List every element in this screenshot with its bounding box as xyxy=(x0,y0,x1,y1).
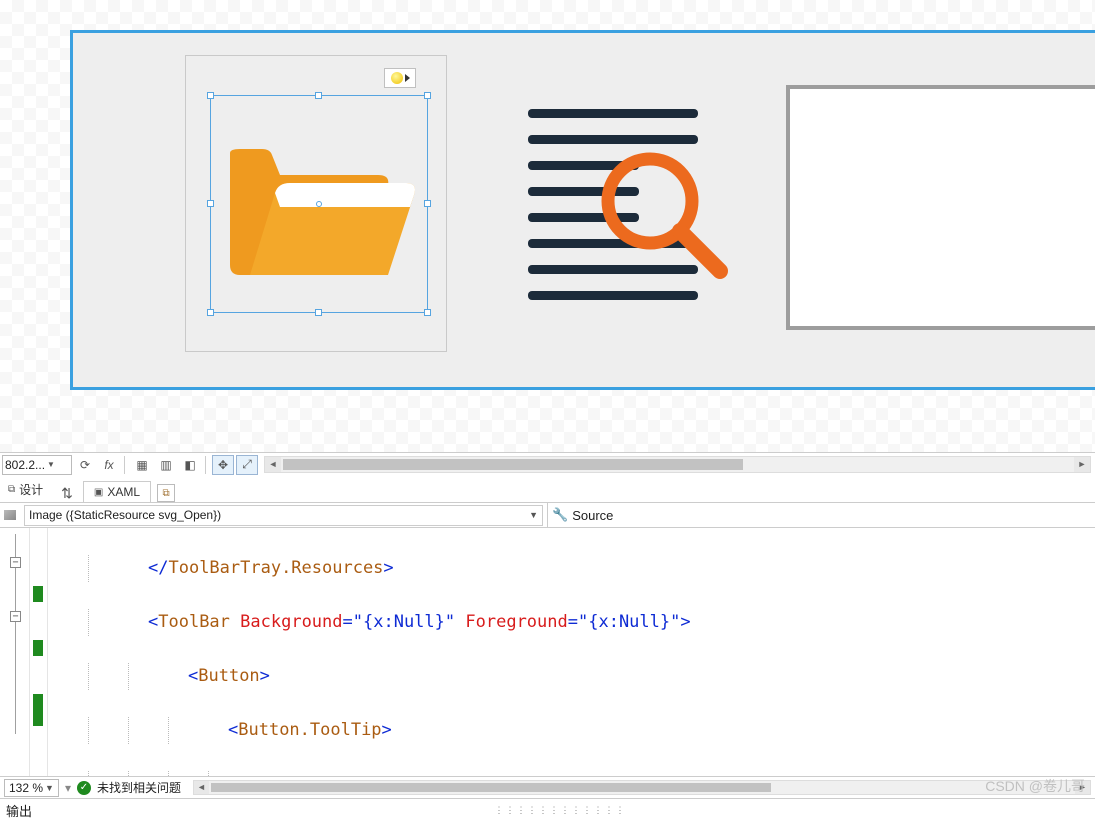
scroll-thumb[interactable] xyxy=(211,783,771,792)
chevron-down-icon: ▼ xyxy=(47,460,55,469)
issues-text: 未找到相关问题 xyxy=(97,779,181,796)
resize-handle[interactable] xyxy=(207,200,214,207)
code-line[interactable]: <Button.ToolTip> xyxy=(48,717,1095,744)
code-line[interactable]: </ToolBarTray.Resources> xyxy=(48,555,1095,582)
swap-panes-button[interactable]: ⇅ xyxy=(61,485,73,502)
resize-handle[interactable] xyxy=(424,92,431,99)
designer-glyph-icon: ⧉ xyxy=(8,484,15,495)
chevron-down-icon: ▼ xyxy=(529,510,538,520)
editor-zoom-combo[interactable]: 132 % ▼ xyxy=(4,779,59,797)
ok-marker xyxy=(33,586,43,602)
output-label: 输出 xyxy=(6,801,32,820)
element-icon xyxy=(4,510,16,520)
chevron-right-icon xyxy=(405,74,410,82)
grid-snap-button[interactable]: ▥ xyxy=(155,455,177,475)
fx-button[interactable]: fx xyxy=(98,455,120,475)
editor-hscroll[interactable]: ◄ ► xyxy=(193,780,1091,795)
view-tabs: ⧉ 设计 ⇅ ▣ XAML ⧉ xyxy=(0,476,1095,502)
resize-handle[interactable] xyxy=(207,92,214,99)
outline-gutter[interactable]: − − xyxy=(0,528,30,776)
popout-button[interactable]: ⧉ xyxy=(157,484,175,502)
resize-handle[interactable] xyxy=(424,200,431,207)
error-strip xyxy=(30,528,48,776)
scroll-right-icon[interactable]: ► xyxy=(1074,457,1090,472)
smart-tag-lightbulb[interactable] xyxy=(384,68,416,88)
output-panel-header[interactable]: 输出 ⋮⋮⋮⋮⋮⋮⋮⋮⋮⋮⋮⋮ xyxy=(0,798,1095,822)
element-path-text: Image ({StaticResource svg_Open}) xyxy=(29,508,221,522)
editor-zoom-value: 132 % xyxy=(9,781,43,795)
code-line[interactable]: <Button> xyxy=(48,663,1095,690)
designer-toolbar: 802.2... ▼ ⟳ fx ▦ ▥ ◧ ✥ ⤢ ◄ ► xyxy=(0,452,1095,476)
fold-toggle[interactable]: − xyxy=(10,557,21,568)
separator: ▾ xyxy=(65,781,71,795)
xaml-nav-bar: Image ({StaticResource svg_Open}) ▼ 🔧 So… xyxy=(0,502,1095,528)
lightbulb-icon xyxy=(391,72,403,84)
xaml-glyph-icon: ▣ xyxy=(94,487,103,498)
element-path-combo[interactable]: Image ({StaticResource svg_Open}) ▼ xyxy=(24,505,543,526)
designer-surface[interactable] xyxy=(0,0,1095,452)
magnifier-icon xyxy=(598,149,728,279)
scroll-left-icon[interactable]: ◄ xyxy=(265,457,281,472)
resize-handle[interactable] xyxy=(315,92,322,99)
xaml-tab[interactable]: ▣ XAML xyxy=(83,481,151,502)
blank-panel[interactable] xyxy=(786,85,1095,330)
zoom-combo[interactable]: 802.2... ▼ xyxy=(2,455,72,475)
resize-handle[interactable] xyxy=(424,309,431,316)
grid-4-button[interactable]: ▦ xyxy=(131,455,153,475)
refresh-button[interactable]: ⟳ xyxy=(74,455,96,475)
resize-handle[interactable] xyxy=(315,309,322,316)
resize-handle[interactable] xyxy=(207,309,214,316)
design-tab-label: 设计 xyxy=(19,481,43,498)
button-search-tile[interactable] xyxy=(482,55,744,352)
xaml-editor[interactable]: − − </ToolBarTray.Resources> <ToolBar Ba… xyxy=(0,528,1095,776)
scroll-left-icon[interactable]: ◄ xyxy=(194,781,209,794)
code-body[interactable]: </ToolBarTray.Resources> <ToolBar Backgr… xyxy=(48,528,1095,776)
scroll-right-icon[interactable]: ► xyxy=(1075,781,1090,794)
fit-button[interactable]: ⤢ xyxy=(236,455,258,475)
separator xyxy=(124,456,125,474)
wrench-icon: 🔧 xyxy=(552,507,568,523)
fold-toggle[interactable]: − xyxy=(10,611,21,622)
separator xyxy=(205,456,206,474)
drag-dots-icon[interactable]: ⋮⋮⋮⋮⋮⋮⋮⋮⋮⋮⋮⋮ xyxy=(495,805,627,816)
design-tab[interactable]: ⧉ 设计 xyxy=(4,478,51,502)
ok-marker xyxy=(33,640,43,656)
xaml-tab-label: XAML xyxy=(107,485,140,499)
code-line[interactable]: <ToolBar Background="{x:Null}" Foregroun… xyxy=(48,609,1095,636)
scroll-thumb[interactable] xyxy=(283,459,743,470)
selection-center xyxy=(316,201,322,207)
code-line[interactable]: <TextBlock Text="Open" FontSize="14" Fon… xyxy=(48,771,1095,776)
zoom-value: 802.2... xyxy=(5,458,45,472)
ok-marker xyxy=(33,694,43,726)
no-issues-icon: ✓ xyxy=(77,781,91,795)
designer-hscroll[interactable]: ◄ ► xyxy=(264,456,1091,473)
bounds-button[interactable]: ✥ xyxy=(212,455,234,475)
editor-status-bar: 132 % ▼ ▾ ✓ 未找到相关问题 ◄ ► xyxy=(0,776,1095,798)
selection-adorner[interactable] xyxy=(210,95,428,313)
property-name: Source xyxy=(572,508,613,523)
chevron-down-icon: ▼ xyxy=(45,783,54,793)
effects-button[interactable]: ◧ xyxy=(179,455,201,475)
